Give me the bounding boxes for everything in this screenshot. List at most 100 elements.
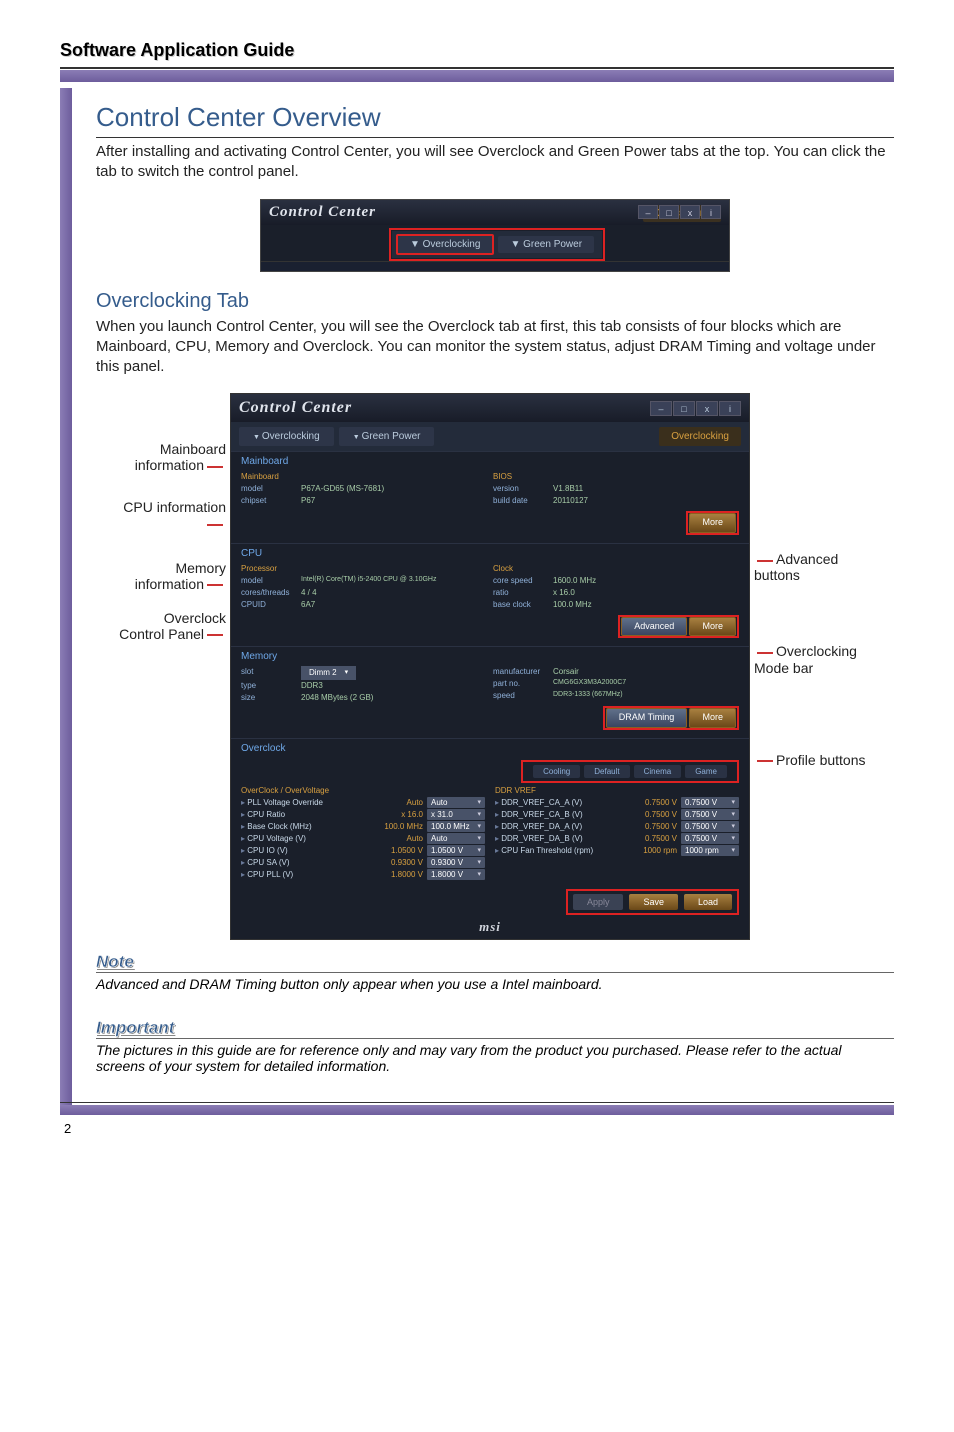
label: core speed: [493, 575, 553, 587]
tab-greenpower[interactable]: ▼ Green Power: [498, 236, 594, 253]
guide-title: Software Application Guide: [60, 40, 894, 61]
apply-button[interactable]: Apply: [573, 894, 624, 910]
screenshot-big: Control Center –□xi Overclocking Green P…: [230, 393, 750, 940]
app-logo: Control Center: [239, 399, 352, 417]
value: P67A-GD65 (MS-7681): [301, 483, 384, 495]
mode-default[interactable]: Default: [584, 765, 629, 778]
divider: [60, 1102, 894, 1103]
ov-label: DDR_VREF_DA_A (V): [495, 822, 629, 831]
more-button[interactable]: More: [689, 513, 736, 533]
value: 4 / 4: [301, 587, 317, 599]
ov-select[interactable]: 1.0500 V: [427, 845, 485, 856]
minimize-icon[interactable]: –: [638, 205, 658, 219]
ov-select[interactable]: 1000 rpm: [681, 845, 739, 856]
label: base clock: [493, 599, 553, 611]
label: model: [241, 483, 301, 495]
info-icon[interactable]: i: [701, 205, 721, 219]
window-buttons[interactable]: –□xi: [649, 401, 741, 416]
label: CPUID: [241, 599, 301, 611]
value: 1600.0 MHz: [553, 575, 596, 587]
ov-select[interactable]: 0.9300 V: [427, 857, 485, 868]
important-heading: Important: [96, 1018, 174, 1038]
ov-select[interactable]: x 31.0: [427, 809, 485, 820]
dram-timing-button[interactable]: DRAM Timing: [606, 708, 688, 728]
page-number: 2: [60, 1121, 894, 1136]
maximize-icon[interactable]: □: [659, 205, 679, 219]
mode-bar: Cooling Default Cinema Game: [521, 760, 739, 783]
ov-left-head: OverClock / OverVoltage: [241, 786, 485, 795]
ov-row: CPU IO (V)1.0500 V1.0500 V: [241, 845, 485, 856]
mode-game[interactable]: Game: [685, 765, 727, 778]
label: version: [493, 483, 553, 495]
cpu-block: CPU Processor modelIntel(R) Core(TM) i5-…: [231, 543, 749, 647]
section-intro: After installing and activating Control …: [96, 142, 894, 183]
ov-value: 1000 rpm: [633, 846, 677, 855]
section-title: Control Center Overview: [96, 102, 894, 138]
ov-select[interactable]: 0.7500 V: [681, 833, 739, 844]
tab-label: Green Power: [523, 239, 582, 250]
label: slot: [241, 666, 301, 680]
screenshot-small: Control Center –□xi ▼ Overclocking ▼ Gre…: [260, 199, 730, 272]
more-button[interactable]: More: [689, 617, 736, 637]
callout-mainboard: Mainboard information: [116, 441, 226, 473]
app-logo: Control Center: [269, 204, 376, 221]
minimize-icon[interactable]: –: [650, 401, 672, 416]
maximize-icon[interactable]: □: [673, 401, 695, 416]
ov-select[interactable]: 100.0 MHz: [427, 821, 485, 832]
ov-row: PLL Voltage OverrideAutoAuto: [241, 797, 485, 808]
ov-select[interactable]: 0.7500 V: [681, 797, 739, 808]
label: size: [241, 692, 301, 704]
ov-select[interactable]: 0.7500 V: [681, 809, 739, 820]
slot-select[interactable]: Dimm 2: [301, 666, 356, 680]
label: speed: [493, 690, 553, 702]
mode-cooling[interactable]: Cooling: [533, 765, 580, 778]
close-icon[interactable]: x: [680, 205, 700, 219]
sub-head: Processor: [241, 563, 487, 575]
info-icon[interactable]: i: [719, 401, 741, 416]
tab-overclocking[interactable]: ▼ Overclocking: [396, 234, 495, 255]
value: 6A7: [301, 599, 315, 611]
window-buttons[interactable]: –□xi: [637, 205, 721, 219]
label: ratio: [493, 587, 553, 599]
sub-head: BIOS: [493, 471, 739, 483]
ov-label: DDR_VREF_DA_B (V): [495, 834, 629, 843]
divider: [60, 67, 894, 69]
ov-value: 0.7500 V: [633, 798, 677, 807]
value: Corsair: [553, 666, 579, 678]
note-heading: Note: [96, 952, 134, 972]
tab-overclocking[interactable]: Overclocking: [239, 427, 334, 446]
save-button[interactable]: Save: [629, 894, 678, 910]
more-button[interactable]: More: [689, 708, 736, 728]
ov-value: 0.7500 V: [633, 834, 677, 843]
ov-label: Base Clock (MHz): [241, 822, 375, 831]
load-button[interactable]: Load: [684, 894, 732, 910]
ov-select[interactable]: Auto: [427, 833, 485, 844]
label: build date: [493, 495, 553, 507]
ov-value: 100.0 MHz: [379, 822, 423, 831]
ov-label: CPU IO (V): [241, 846, 375, 855]
ov-label: CPU Fan Threshold (rpm): [495, 846, 629, 855]
callout-modebar: Overclocking Mode bar: [754, 643, 874, 675]
close-icon[interactable]: x: [696, 401, 718, 416]
advanced-button[interactable]: Advanced: [621, 617, 687, 637]
label: part no.: [493, 678, 553, 690]
subsection-title: Overclocking Tab: [96, 290, 894, 313]
ov-value: 1.8000 V: [379, 870, 423, 879]
memory-block: Memory slotDimm 2 typeDDR3 size2048 MByt…: [231, 646, 749, 738]
label: chipset: [241, 495, 301, 507]
header-band: [60, 70, 894, 82]
ov-select[interactable]: Auto: [427, 797, 485, 808]
callout-advanced: Advanced buttons: [754, 551, 874, 583]
callout-profile: Profile buttons: [754, 752, 874, 768]
mode-cinema[interactable]: Cinema: [634, 765, 682, 778]
ov-row: CPU SA (V)0.9300 V0.9300 V: [241, 857, 485, 868]
ov-select[interactable]: 0.7500 V: [681, 821, 739, 832]
ov-label: CPU Ratio: [241, 810, 375, 819]
footer-band: [60, 1105, 894, 1115]
ov-value: x 16.0: [379, 810, 423, 819]
tab-greenpower[interactable]: Green Power: [339, 427, 435, 446]
value: 100.0 MHz: [553, 599, 592, 611]
ov-select[interactable]: 1.8000 V: [427, 869, 485, 880]
value: Intel(R) Core(TM) i5-2400 CPU @ 3.10GHz: [301, 575, 436, 587]
status-badge: Overclocking: [659, 427, 741, 446]
